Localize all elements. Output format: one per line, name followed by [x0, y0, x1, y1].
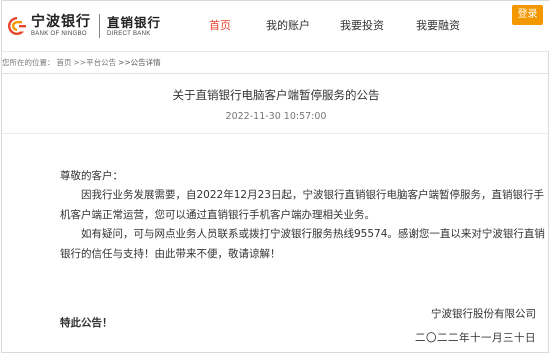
site-header: 宁波银行 BANK OF NINGBO 直销银行 DIRECT BANK 首页 …	[2, 1, 550, 51]
breadcrumb-divider	[2, 73, 550, 74]
header-divider	[2, 51, 550, 52]
article-greeting: 尊敬的客户：	[60, 170, 123, 182]
nav-item-home[interactable]: 首页	[209, 18, 231, 34]
article-paragraph: 如有疑问，可与网点业务人员联系或拨打宁波银行服务热线95574。感谢您一直以来对…	[60, 228, 545, 260]
page-frame: 宁波银行 BANK OF NINGBO 直销银行 DIRECT BANK 首页 …	[1, 0, 550, 353]
article-paragraph: 因我行业务发展需要，自2022年12月23日起，宁波银行直销银行电脑客户端暂停服…	[60, 189, 544, 221]
nav-item-my-account[interactable]: 我的账户	[266, 18, 310, 34]
article-date: 2022-11-30 10:57:00	[225, 111, 327, 122]
breadcrumb-prefix: 您所在的位置：	[2, 58, 55, 67]
breadcrumb-announcements[interactable]: >>平台公告	[74, 58, 117, 67]
nav-item-invest[interactable]: 我要投资	[340, 18, 384, 34]
nav-item-financing[interactable]: 我要融资	[416, 18, 460, 34]
article-divider	[2, 133, 550, 134]
breadcrumb: 您所在的位置： 首页 >>平台公告 >>公告详情	[2, 56, 550, 70]
signature-date: 二〇二二年十一月三十日	[415, 332, 536, 344]
breadcrumb-current: >>公告详情	[118, 58, 161, 67]
article-notice: 特此公告！	[60, 317, 113, 329]
article-title: 关于直销银行电脑客户端暂停服务的公告	[172, 88, 380, 102]
signature-company: 宁波银行股份有限公司	[431, 308, 536, 320]
main-nav: 首页 我的账户 我要投资 我要融资	[2, 18, 550, 34]
login-button[interactable]: 登录	[512, 5, 543, 25]
breadcrumb-home[interactable]: 首页	[57, 58, 72, 67]
